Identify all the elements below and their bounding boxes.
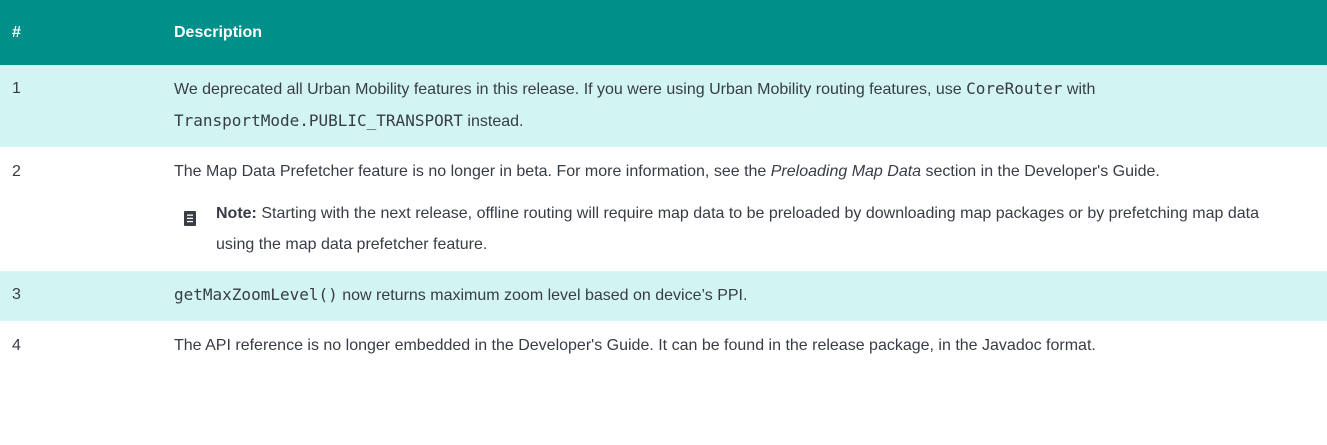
row-num: 1 xyxy=(0,65,157,148)
header-num: # xyxy=(12,23,21,41)
note-label: Note: xyxy=(216,205,257,222)
document-note-icon xyxy=(184,206,198,237)
row-description: The API reference is no longer embedded … xyxy=(157,321,1327,372)
code-transportmode: TransportMode.PUBLIC_TRANSPORT xyxy=(174,111,463,130)
row-description: The Map Data Prefetcher feature is no lo… xyxy=(157,147,1327,271)
code-corerouter: CoreRouter xyxy=(966,79,1063,98)
table-row: 3 getMaxZoomLevel() now returns maximum … xyxy=(0,270,1327,322)
row-num: 3 xyxy=(0,270,157,322)
release-notes-table: # Description 1 We deprecated all Urban … xyxy=(0,0,1327,372)
header-description: Description xyxy=(174,23,263,41)
note-text: Note: Starting with the next release, of… xyxy=(216,198,1287,260)
table-row: 1 We deprecated all Urban Mobility featu… xyxy=(0,65,1327,148)
row-num: 4 xyxy=(0,321,157,372)
note-body: Starting with the next release, offline … xyxy=(216,205,1259,253)
row-text: We deprecated all Urban Mobility feature… xyxy=(174,81,967,98)
table-row: 4 The API reference is no longer embedde… xyxy=(0,321,1327,372)
table-header-row: # Description xyxy=(0,0,1327,65)
row-description: getMaxZoomLevel() now returns maximum zo… xyxy=(157,270,1327,322)
code-getmaxzoomlevel: getMaxZoomLevel() xyxy=(174,285,338,304)
row-text: with xyxy=(1062,81,1096,98)
row-text: The Map Data Prefetcher feature is no lo… xyxy=(174,163,771,180)
row-num: 2 xyxy=(0,147,157,271)
table-row: 2 The Map Data Prefetcher feature is no … xyxy=(0,147,1327,271)
guide-section-title: Preloading Map Data xyxy=(770,163,922,180)
row-text: instead. xyxy=(462,113,524,130)
row-text: now returns maximum zoom level based on … xyxy=(337,287,748,304)
note-callout: Note: Starting with the next release, of… xyxy=(174,198,1287,260)
row-text: section in the Developer's Guide. xyxy=(921,163,1160,180)
row-paragraph: The Map Data Prefetcher feature is no lo… xyxy=(174,156,1287,187)
row-description: We deprecated all Urban Mobility feature… xyxy=(157,65,1327,148)
